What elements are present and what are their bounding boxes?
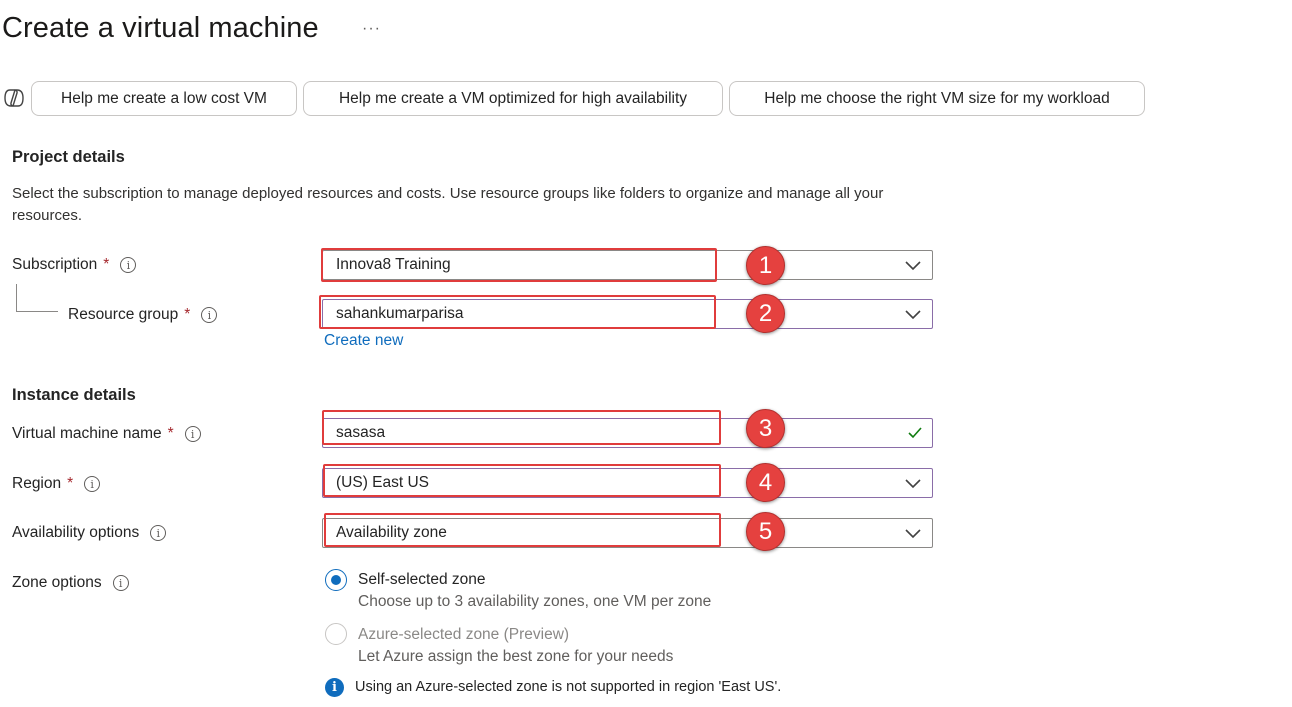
annotation-badge: 1 bbox=[746, 246, 785, 285]
info-icon[interactable]: i bbox=[120, 257, 137, 273]
annotation-badge: 4 bbox=[746, 463, 785, 502]
required-marker: * bbox=[184, 306, 191, 323]
region-dropdown[interactable]: (US) East US bbox=[322, 468, 933, 498]
copilot-prompt-low-cost-button[interactable]: Help me create a low cost VM bbox=[31, 81, 297, 116]
chevron-down-icon bbox=[905, 261, 921, 271]
azure-selected-zone-description: Let Azure assign the best zone for your … bbox=[358, 648, 674, 665]
zone-support-note: Using an Azure-selected zone is not supp… bbox=[355, 679, 782, 695]
resource-group-label-text: Resource group bbox=[68, 306, 179, 323]
subscription-value: Innova8 Training bbox=[336, 256, 451, 273]
vm-name-label: Virtual machine name * i bbox=[12, 425, 201, 443]
required-marker: * bbox=[103, 256, 110, 273]
resource-group-dropdown[interactable]: sahankumarparisa bbox=[322, 299, 933, 329]
required-marker: * bbox=[167, 425, 174, 442]
project-details-heading: Project details bbox=[12, 148, 125, 166]
availability-options-value: Availability zone bbox=[336, 524, 447, 541]
chevron-down-icon bbox=[905, 479, 921, 489]
availability-options-label-text: Availability options bbox=[12, 524, 140, 541]
copilot-prompt-high-availability-button[interactable]: Help me create a VM optimized for high a… bbox=[303, 81, 723, 116]
required-marker: * bbox=[67, 475, 74, 492]
copilot-icon bbox=[4, 89, 24, 107]
self-selected-zone-radio[interactable] bbox=[325, 569, 347, 591]
vm-name-label-text: Virtual machine name bbox=[12, 425, 162, 442]
annotation-badge: 5 bbox=[746, 512, 785, 551]
info-icon[interactable]: i bbox=[184, 426, 201, 442]
region-label-text: Region bbox=[12, 475, 62, 492]
copilot-prompt-vm-size-button[interactable]: Help me choose the right VM size for my … bbox=[729, 81, 1145, 116]
availability-options-label: Availability options i bbox=[12, 524, 167, 542]
region-label: Region * i bbox=[12, 475, 101, 493]
chevron-down-icon bbox=[905, 310, 921, 320]
subscription-dropdown[interactable]: Innova8 Training bbox=[322, 250, 933, 280]
zone-options-label: Zone options i bbox=[12, 574, 129, 592]
azure-selected-zone-title: Azure-selected zone (Preview) bbox=[358, 626, 570, 643]
annotation-badge: 2 bbox=[746, 294, 785, 333]
self-selected-zone-description: Choose up to 3 availability zones, one V… bbox=[358, 593, 712, 610]
info-icon[interactable]: i bbox=[201, 307, 218, 323]
self-selected-zone-title: Self-selected zone bbox=[358, 571, 486, 588]
region-value: (US) East US bbox=[336, 474, 430, 491]
subscription-label: Subscription * i bbox=[12, 256, 137, 274]
info-icon[interactable]: i bbox=[112, 575, 129, 591]
azure-selected-zone-radio bbox=[325, 623, 347, 645]
vm-name-value: sasasa bbox=[336, 424, 386, 441]
annotation-badge: 3 bbox=[746, 409, 785, 448]
availability-options-dropdown[interactable]: Availability zone bbox=[322, 518, 933, 548]
subscription-label-text: Subscription bbox=[12, 256, 98, 273]
zone-options-label-text: Zone options bbox=[12, 574, 102, 591]
info-icon[interactable]: i bbox=[150, 525, 167, 541]
resource-group-label: Resource group * i bbox=[68, 306, 218, 324]
vm-name-input[interactable]: sasasa bbox=[322, 418, 933, 448]
page-title: Create a virtual machine bbox=[2, 12, 319, 44]
project-details-description: Select the subscription to manage deploy… bbox=[12, 185, 884, 224]
resource-group-value: sahankumarparisa bbox=[336, 305, 464, 322]
instance-details-heading: Instance details bbox=[12, 386, 136, 404]
tree-connector bbox=[16, 284, 17, 312]
chevron-down-icon bbox=[905, 529, 921, 539]
info-icon[interactable]: i bbox=[84, 476, 101, 492]
ellipsis-icon[interactable]: ··· bbox=[362, 20, 381, 38]
tree-connector bbox=[16, 311, 58, 312]
checkmark-icon bbox=[908, 427, 922, 439]
info-filled-icon: i bbox=[325, 678, 344, 697]
create-new-resource-group-link[interactable]: Create new bbox=[324, 332, 403, 350]
